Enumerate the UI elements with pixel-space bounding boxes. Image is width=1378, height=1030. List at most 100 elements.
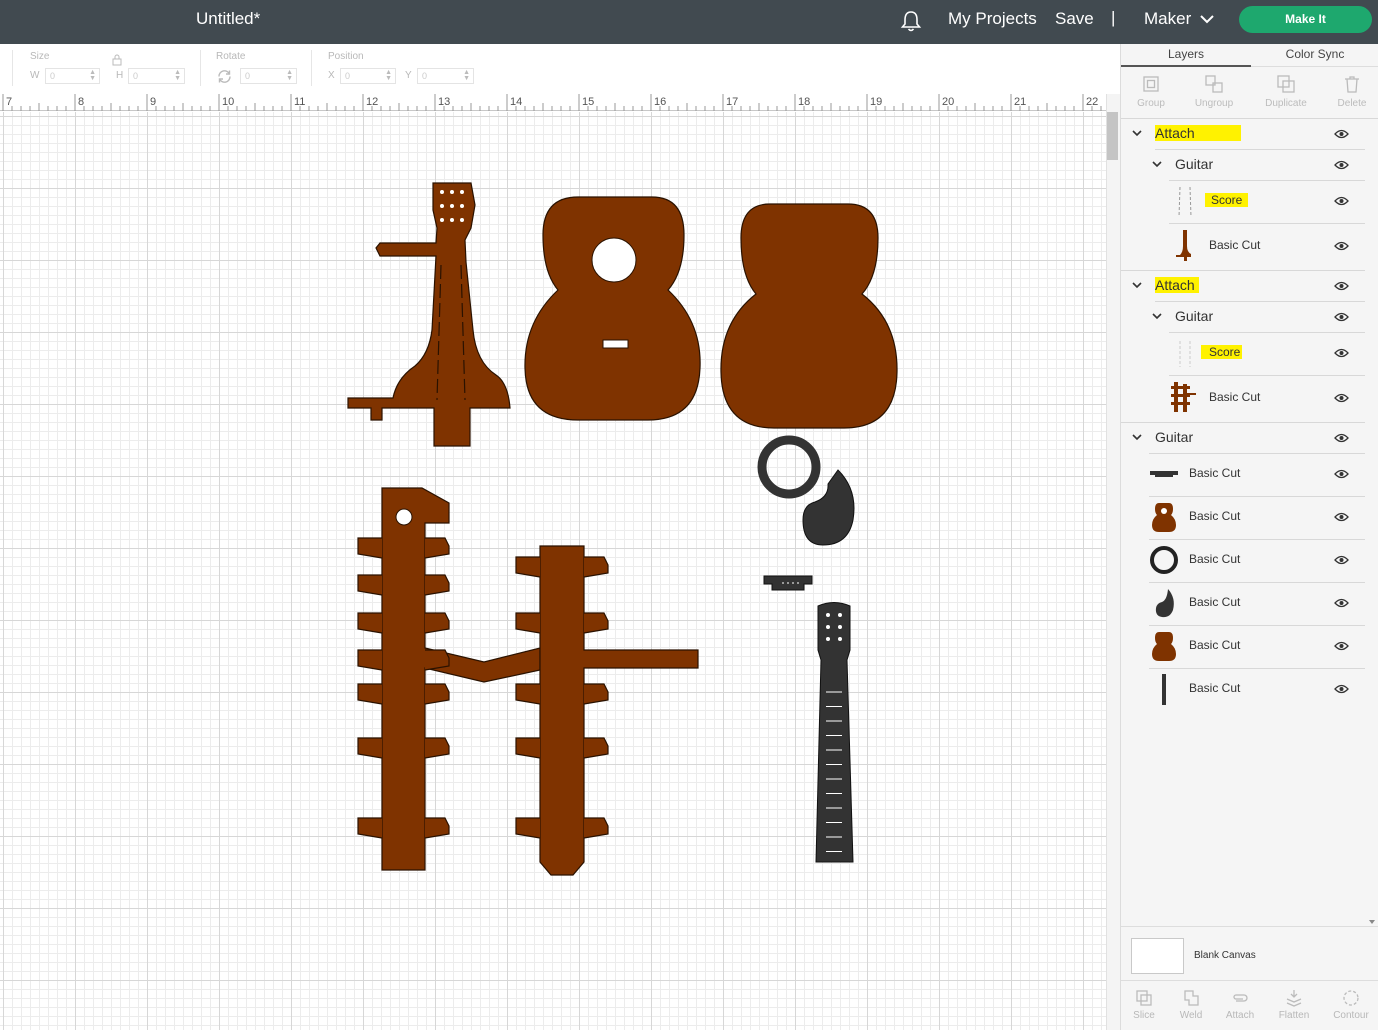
attach-button[interactable]: Attach [1215, 988, 1265, 1021]
fretboard[interactable] [815, 602, 854, 863]
layer-label: Basic Cut [1209, 390, 1261, 404]
layers-panel: Layers Color Sync Group Ungroup Duplicat… [1120, 44, 1378, 1030]
stand-tab [424, 537, 450, 559]
trash-icon [1345, 76, 1359, 93]
height-input[interactable]: 0 ▲ ▼ [128, 68, 185, 84]
layer-basic-cut[interactable]: Basic Cut [1121, 668, 1378, 711]
chevron-down-icon[interactable] [1151, 158, 1163, 170]
chevron-down-icon[interactable] [1151, 310, 1163, 322]
stand-tab [357, 537, 383, 559]
layer-score[interactable]: Score [1121, 332, 1378, 376]
layer-basic-cut[interactable]: Basic Cut [1121, 375, 1378, 423]
x-stepper-icon[interactable]: ▲ ▼ [385, 69, 392, 82]
eye-icon[interactable] [1334, 128, 1349, 140]
scroll-down-icon[interactable] [1368, 919, 1376, 925]
group-icon [1143, 76, 1159, 92]
layer-label: Basic Cut [1189, 638, 1241, 652]
layer-basic-cut[interactable]: Basic Cut [1121, 582, 1378, 626]
layer-guitar-group[interactable]: Guitar [1121, 301, 1378, 333]
delete-button[interactable]: Delete [1322, 74, 1378, 109]
eye-icon[interactable] [1334, 432, 1349, 444]
stand-side-piece-left[interactable] [357, 487, 541, 871]
stand-tab [424, 683, 450, 705]
score-lines-icon [1178, 186, 1192, 218]
document-title[interactable]: Untitled* [196, 9, 260, 29]
layer-basic-cut[interactable]: Basic Cut [1121, 496, 1378, 540]
eye-icon[interactable] [1334, 554, 1349, 566]
eye-icon[interactable] [1334, 468, 1349, 480]
group-button[interactable]: Group [1121, 74, 1181, 109]
x-position-input[interactable]: 0 ▲ ▼ [340, 68, 396, 84]
eye-icon[interactable] [1334, 640, 1349, 652]
layer-label: Guitar [1175, 308, 1214, 324]
bell-icon[interactable] [900, 9, 922, 33]
eye-icon[interactable] [1334, 683, 1349, 695]
flatten-button[interactable]: Flatten [1269, 988, 1319, 1021]
stand-side-piece-right[interactable] [515, 545, 699, 876]
toolbar-divider [200, 50, 201, 86]
eye-icon[interactable] [1334, 240, 1349, 252]
eye-icon[interactable] [1334, 280, 1349, 292]
guitar-body-back[interactable] [720, 203, 898, 429]
eye-icon[interactable] [1334, 511, 1349, 523]
ruler-number: 12 [366, 96, 379, 108]
chevron-down-icon[interactable] [1131, 279, 1143, 291]
layer-basic-cut[interactable]: Basic Cut [1121, 625, 1378, 669]
stand-tab [583, 737, 609, 759]
duplicate-button[interactable]: Duplicate [1256, 74, 1316, 109]
rotate-icon[interactable] [216, 68, 233, 85]
tab-layers[interactable]: Layers [1121, 44, 1251, 67]
rotate-stepper-icon[interactable]: ▲ ▼ [286, 69, 293, 82]
slice-label: Slice [1133, 1010, 1155, 1021]
paperclip-icon [1233, 994, 1248, 1002]
guitar-body-front[interactable] [524, 196, 701, 421]
layer-attach-group[interactable]: Attach [1121, 270, 1378, 302]
layer-label: Attach [1155, 125, 1241, 141]
chevron-down-icon[interactable] [1131, 127, 1143, 139]
width-stepper-icon[interactable]: ▲ ▼ [89, 69, 96, 82]
lock-icon[interactable] [111, 54, 123, 66]
height-stepper-icon[interactable]: ▲ ▼ [174, 69, 181, 82]
eye-icon[interactable] [1334, 347, 1349, 359]
machine-select[interactable]: Maker [1144, 9, 1191, 29]
weld-button[interactable]: Weld [1166, 988, 1216, 1021]
scrollbar-thumb[interactable] [1107, 112, 1118, 160]
ungroup-button[interactable]: Ungroup [1184, 74, 1244, 109]
contour-button[interactable]: Contour [1326, 988, 1376, 1021]
layer-guitar-group[interactable]: Guitar [1121, 149, 1378, 181]
ruler-number: 13 [438, 96, 451, 108]
layer-guitar-group[interactable]: Guitar [1121, 422, 1378, 454]
rotate-input[interactable]: 0 ▲ ▼ [240, 68, 297, 84]
eye-icon[interactable] [1334, 195, 1349, 207]
eye-icon[interactable] [1334, 597, 1349, 609]
rosette-ring[interactable] [757, 435, 821, 499]
layer-basic-cut[interactable]: Basic Cut [1121, 453, 1378, 497]
eye-icon[interactable] [1334, 159, 1349, 171]
blank-canvas-swatch[interactable] [1131, 938, 1184, 974]
slice-button[interactable]: Slice [1119, 988, 1169, 1021]
stand-tab [515, 817, 541, 839]
bridge-piece[interactable] [763, 575, 813, 591]
chevron-down-icon[interactable] [1131, 431, 1143, 443]
y-position-input[interactable]: 0 ▲ ▼ [417, 68, 474, 84]
eye-icon[interactable] [1334, 392, 1349, 404]
design-canvas[interactable] [0, 112, 1106, 1030]
chevron-down-icon[interactable] [1199, 13, 1215, 25]
ungroup-label: Ungroup [1194, 98, 1234, 109]
layer-basic-cut[interactable]: Basic Cut [1121, 539, 1378, 583]
layer-basic-cut[interactable]: Basic Cut [1121, 223, 1378, 271]
my-projects-link[interactable]: My Projects [948, 9, 1037, 29]
layer-score[interactable]: Score [1121, 180, 1378, 224]
guitar-stand-neck-piece[interactable] [347, 182, 511, 447]
height-label: H [116, 70, 124, 81]
tab-color-sync[interactable]: Color Sync [1251, 44, 1378, 67]
vertical-scrollbar[interactable] [1106, 94, 1120, 1030]
layer-attach-group[interactable]: Attach [1121, 118, 1378, 150]
ruler-number: 20 [942, 96, 955, 108]
width-input[interactable]: 0 ▲ ▼ [45, 68, 100, 84]
y-stepper-icon[interactable]: ▲ ▼ [463, 69, 470, 82]
eye-icon[interactable] [1334, 311, 1349, 323]
save-button[interactable]: Save [1055, 9, 1094, 29]
toolbar-divider [311, 50, 312, 86]
make-it-button[interactable]: Make It [1239, 6, 1372, 33]
